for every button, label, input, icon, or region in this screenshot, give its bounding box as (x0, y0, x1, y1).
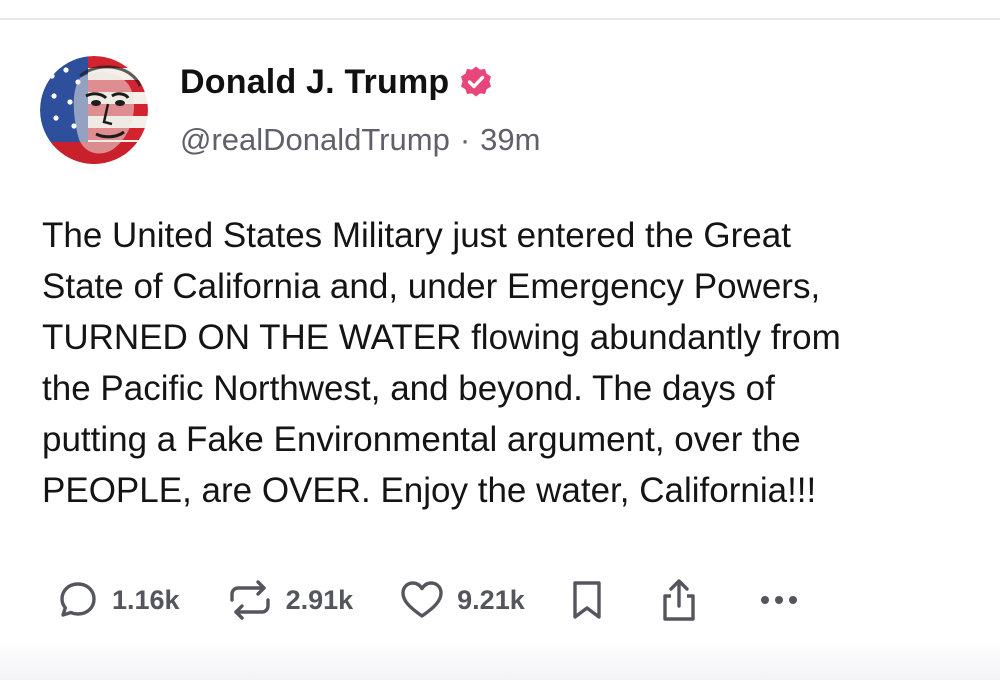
repost-button[interactable]: 2.91k (226, 572, 354, 628)
heart-icon (401, 581, 443, 618)
like-button[interactable]: 9.21k (399, 572, 525, 628)
share-icon (663, 579, 695, 621)
more-icon (760, 596, 797, 604)
bookmark-icon (573, 581, 601, 619)
share-button[interactable] (659, 572, 699, 628)
author-name-row: Donald J. Trump (180, 60, 493, 104)
more-options-button[interactable] (755, 572, 803, 628)
bottom-fade (0, 640, 1000, 680)
handle-separator: · (459, 122, 471, 157)
bookmark-button[interactable] (569, 572, 605, 628)
author-name[interactable]: Donald J. Trump (180, 63, 449, 102)
reply-button[interactable]: 1.16k (56, 572, 180, 628)
repost-icon (229, 580, 270, 620)
author-handle[interactable]: @realDonaldTrump (180, 122, 450, 158)
top-divider (0, 18, 1000, 20)
reply-icon (60, 582, 96, 617)
repost-count: 2.91k (285, 584, 354, 615)
avatar[interactable] (40, 56, 148, 164)
reply-count: 1.16k (112, 584, 180, 615)
like-count: 9.21k (457, 584, 525, 615)
handle-row: @realDonaldTrump · 39m (180, 118, 540, 162)
verified-badge-icon (459, 65, 493, 99)
post-timestamp[interactable]: 39m (480, 122, 540, 158)
action-bar: 1.16k 2.91k 9.21k (56, 572, 803, 628)
post-view: Donald J. Trump @realDonaldTrump · 39m T… (0, 0, 1000, 680)
post-text: The United States Military just entered … (42, 216, 841, 510)
